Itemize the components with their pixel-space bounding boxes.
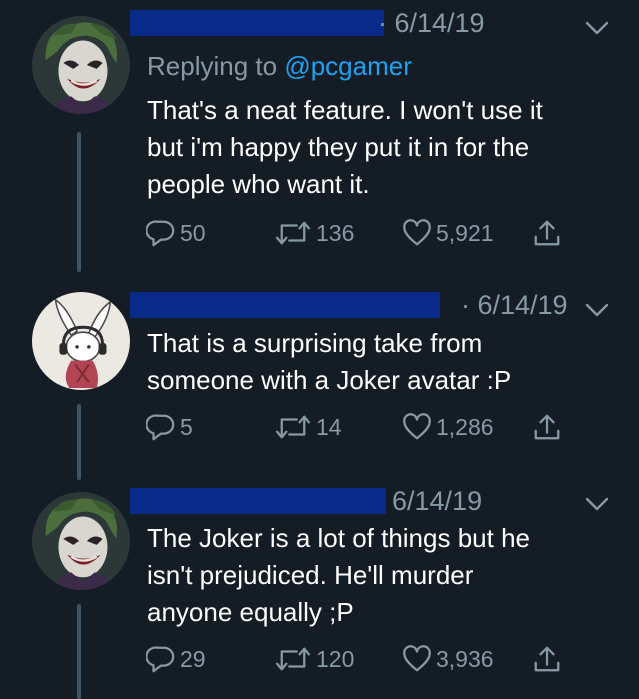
thread-line <box>77 132 81 272</box>
retweet-count: 136 <box>316 219 355 246</box>
chevron-down-icon[interactable] <box>584 496 610 512</box>
reply-button[interactable]: 50 <box>146 216 206 250</box>
tweet-date[interactable]: · 6/14/19 <box>461 290 568 321</box>
joker-avatar[interactable] <box>32 492 130 590</box>
share-button[interactable] <box>532 642 562 676</box>
like-icon <box>402 218 432 248</box>
chevron-down-icon[interactable] <box>584 302 610 318</box>
tweet-text: That's a neat feature. I won't use it bu… <box>147 95 543 199</box>
tweet-actions: 5 14 1,286 <box>146 410 576 444</box>
like-icon <box>402 412 432 442</box>
tweet-text: The Joker is a lot of things but he isn'… <box>147 523 530 627</box>
share-icon <box>532 644 562 674</box>
like-count: 5,921 <box>436 219 494 246</box>
retweet-icon <box>274 644 312 674</box>
reply-count: 50 <box>180 219 206 246</box>
retweet-count: 120 <box>316 645 355 672</box>
bunny-avatar[interactable] <box>32 292 130 390</box>
share-button[interactable] <box>532 410 562 444</box>
like-button[interactable]: 5,921 <box>402 216 494 250</box>
tweet-1[interactable]: · 6/14/19 Replying to @pcgamer That's a … <box>0 0 639 272</box>
tweet-actions: 29 120 3,936 <box>146 642 576 676</box>
replying-to: Replying to @pcgamer <box>147 51 412 82</box>
thread-line <box>77 404 81 480</box>
reply-count: 29 <box>180 645 206 672</box>
retweet-count: 14 <box>316 413 342 440</box>
reply-icon <box>146 412 176 442</box>
reply-icon <box>146 644 176 674</box>
like-count: 1,286 <box>436 413 494 440</box>
joker-avatar[interactable] <box>32 16 130 114</box>
tweet-actions: 50 136 5,921 <box>146 216 576 250</box>
tweet-date[interactable]: 6/14/19 <box>392 486 482 517</box>
reply-icon <box>146 218 176 248</box>
tweet-text: That is a surprising take from someone w… <box>147 328 512 395</box>
retweet-icon <box>274 412 312 442</box>
chevron-down-icon[interactable] <box>584 20 610 36</box>
retweet-button[interactable]: 136 <box>274 216 354 250</box>
reply-count: 5 <box>180 413 193 440</box>
retweet-button[interactable]: 120 <box>274 642 354 676</box>
retweet-button[interactable]: 14 <box>274 410 342 444</box>
retweet-icon <box>274 218 312 248</box>
share-button[interactable] <box>532 216 562 250</box>
like-button[interactable]: 3,936 <box>402 642 494 676</box>
redacted-username <box>130 292 440 318</box>
share-icon <box>532 412 562 442</box>
like-icon <box>402 644 432 674</box>
redacted-username <box>130 10 384 36</box>
tweet-date[interactable]: · 6/14/19 <box>378 8 485 39</box>
share-icon <box>532 218 562 248</box>
like-button[interactable]: 1,286 <box>402 410 494 444</box>
reply-button[interactable]: 5 <box>146 410 193 444</box>
tweet-3[interactable]: 6/14/19 The Joker is a lot of things but… <box>0 480 639 699</box>
replying-to-handle[interactable]: @pcgamer <box>284 51 412 81</box>
thread-line <box>77 604 81 699</box>
tweet-2[interactable]: · 6/14/19 That is a surprising take from… <box>0 272 639 480</box>
replying-to-label: Replying to <box>147 51 285 81</box>
redacted-username <box>130 488 386 514</box>
like-count: 3,936 <box>436 645 494 672</box>
reply-button[interactable]: 29 <box>146 642 206 676</box>
